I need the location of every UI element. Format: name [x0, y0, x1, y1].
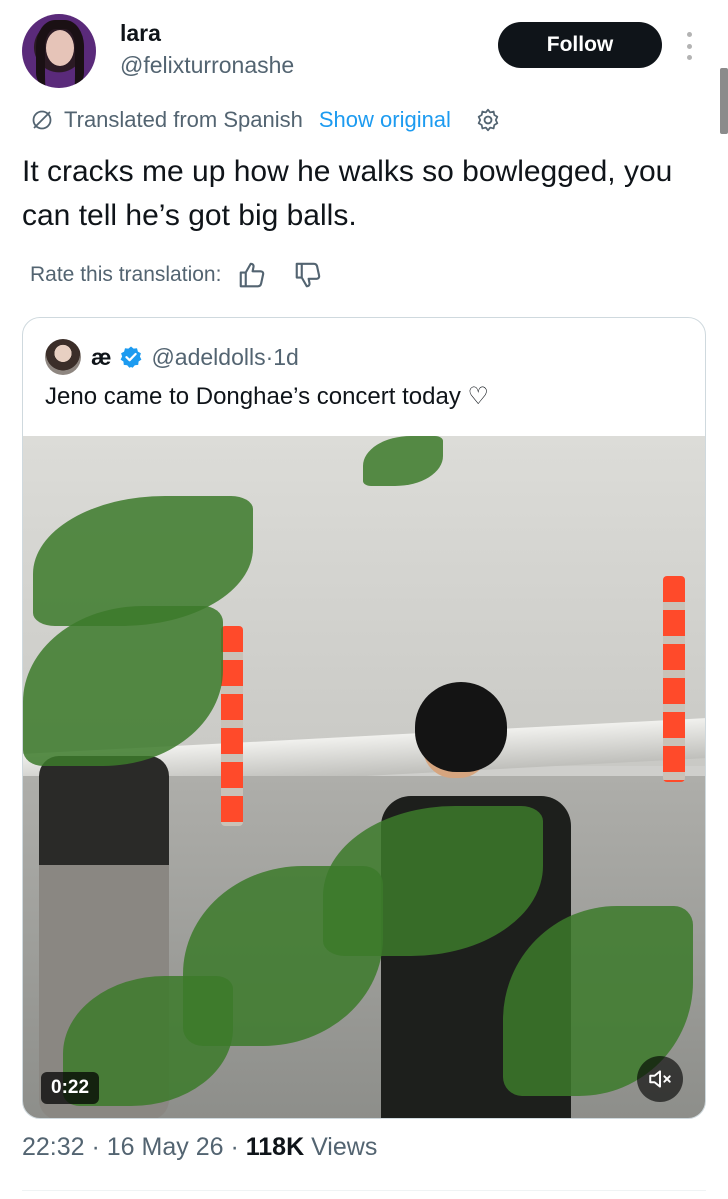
verified-badge-icon — [121, 346, 142, 368]
traffic-cone — [221, 626, 243, 826]
scrollbar-thumb[interactable] — [720, 68, 728, 134]
meta-separator: · — [223, 1133, 246, 1161]
quoted-separator: · — [265, 343, 274, 370]
follow-button[interactable]: Follow — [498, 22, 662, 68]
author-display-name[interactable]: lara — [120, 20, 161, 47]
author-handle[interactable]: @felixturronashe — [120, 52, 294, 79]
mute-button[interactable] — [637, 1056, 683, 1102]
more-vertical-icon[interactable] — [684, 32, 694, 60]
translated-from-label: Translated from Spanish — [64, 107, 303, 132]
video-duration-badge: 0:22 — [41, 1072, 100, 1104]
meta-separator: · — [84, 1133, 107, 1161]
tweet-meta: 22:32 · 16 May 26 · 118K Views — [22, 1133, 377, 1162]
views-label: Views — [304, 1133, 378, 1161]
thumbs-down-icon[interactable] — [293, 260, 323, 290]
show-original-link[interactable]: Show original — [319, 107, 451, 133]
tweet-time[interactable]: 22:32 — [22, 1133, 85, 1161]
rate-translation-row: Rate this translation: — [30, 258, 323, 292]
translation-bar: Translated from Spanish Show original — [30, 104, 501, 136]
tweet-date[interactable]: 16 May 26 — [107, 1133, 224, 1161]
globe-slash-icon — [32, 110, 52, 130]
traffic-cone — [663, 576, 685, 782]
tweet-header: lara @felixturronashe Follow — [22, 14, 702, 94]
quoted-tweet-header: æ @adeldolls · 1d — [45, 338, 299, 376]
gear-icon[interactable] — [475, 107, 501, 133]
quoted-tweet-text: Jeno came to Donghae’s concert today ♡ — [45, 383, 489, 410]
quoted-author-name[interactable]: æ — [91, 344, 111, 371]
quoted-timestamp[interactable]: 1d — [273, 344, 299, 371]
tweet-text: It cracks me up how he walks so bowlegge… — [22, 155, 673, 232]
speaker-muted-icon — [649, 1070, 671, 1088]
divider — [22, 1190, 706, 1191]
thumbs-up-icon[interactable] — [237, 260, 267, 290]
rate-translation-label: Rate this translation: — [30, 263, 222, 286]
video-scene-hair — [415, 682, 507, 772]
quoted-author-avatar[interactable] — [45, 339, 81, 375]
quoted-author-handle[interactable]: @adeldolls — [151, 344, 265, 371]
quoted-video[interactable]: 0:22 — [23, 436, 705, 1118]
quoted-tweet-card[interactable]: æ @adeldolls · 1d Jeno came to Donghae’s… — [22, 317, 706, 1119]
author-avatar[interactable] — [22, 14, 96, 88]
views-count[interactable]: 118K — [246, 1133, 304, 1161]
